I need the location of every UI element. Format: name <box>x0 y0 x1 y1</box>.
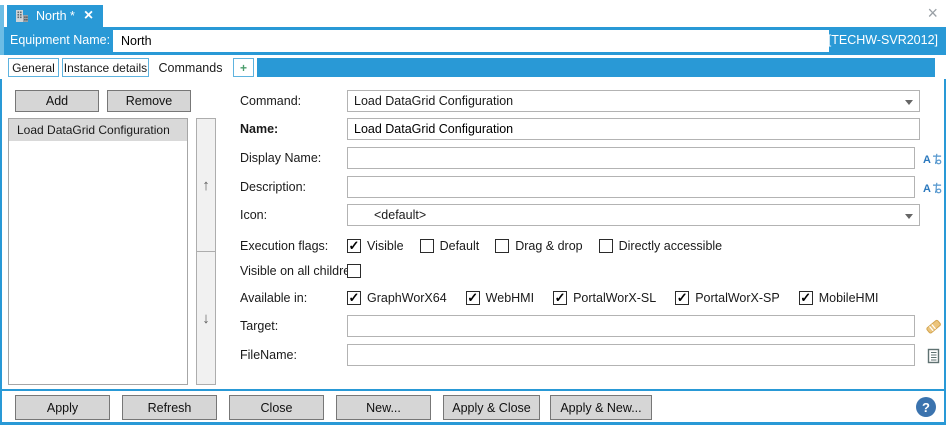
tab-commands[interactable]: Commands <box>152 56 229 79</box>
file-browse-icon[interactable] <box>923 347 943 364</box>
equipment-building-icon <box>15 9 29 23</box>
filename-input[interactable] <box>347 344 915 366</box>
checkbox-mobilehmi[interactable]: ✓ <box>799 291 813 305</box>
left-accent-strip <box>0 5 4 55</box>
display-name-label: Display Name: <box>240 147 321 169</box>
checkbox-mobilehmi-label: MobileHMI <box>819 291 879 305</box>
close-icon[interactable]: × <box>927 4 938 22</box>
checkbox-webhmi[interactable]: ✓ <box>466 291 480 305</box>
localize-icon[interactable]: A <box>923 150 943 167</box>
available-in-group: ✓ GraphWorX64 ✓ WebHMI ✓ PortalWorX-SL ✓… <box>347 289 897 307</box>
document-tab-bar: North * × × <box>0 0 946 27</box>
icon-dropdown-value: <default> <box>354 208 426 222</box>
equipment-header: Equipment Name: [TECHW-SVR2012] <box>0 27 946 55</box>
available-in-label: Available in: <box>240 289 307 307</box>
checkbox-webhmi-label: WebHMI <box>486 291 534 305</box>
filename-label: FileName: <box>240 344 297 366</box>
checkbox-visible[interactable]: ✓ <box>347 239 361 253</box>
command-dropdown-value: Load DataGrid Configuration <box>354 94 513 108</box>
command-label: Command: <box>240 90 301 112</box>
commands-tab-content: Add Remove Load DataGrid Configuration ↑… <box>0 79 946 389</box>
checkbox-drag-drop[interactable] <box>495 239 509 253</box>
help-icon[interactable]: ? <box>916 397 936 417</box>
checkbox-graphworx64-label: GraphWorX64 <box>367 291 447 305</box>
checkbox-graphworx64[interactable]: ✓ <box>347 291 361 305</box>
tab-strip-filler <box>257 58 935 77</box>
tab-strip: General Instance details Commands + <box>0 55 946 79</box>
description-input[interactable] <box>347 176 915 198</box>
checkbox-portalworx-sp-label: PortalWorX-SP <box>695 291 780 305</box>
tab-close-icon[interactable]: × <box>84 9 93 23</box>
checkbox-drag-drop-label: Drag & drop <box>515 239 582 253</box>
apply-close-button[interactable]: Apply & Close <box>443 395 540 420</box>
footer-bar: Apply Refresh Close New... Apply & Close… <box>0 389 946 425</box>
apply-new-button[interactable]: Apply & New... <box>550 395 652 420</box>
display-name-input[interactable] <box>347 147 915 169</box>
tab-instance-details[interactable]: Instance details <box>62 58 149 77</box>
name-input[interactable] <box>347 118 920 140</box>
new-button[interactable]: New... <box>336 395 431 420</box>
document-tab-north[interactable]: North * × <box>7 5 103 27</box>
equipment-name-label: Equipment Name: <box>10 33 110 47</box>
chevron-down-icon <box>905 100 913 105</box>
checkbox-visible-label: Visible <box>367 239 404 253</box>
document-tab-title: North * <box>36 9 75 23</box>
server-name-badge: [TECHW-SVR2012] <box>828 33 938 47</box>
target-label: Target: <box>240 315 278 337</box>
checkbox-default[interactable] <box>420 239 434 253</box>
svg-text:A: A <box>923 153 931 165</box>
visible-children-label: Visible on all children: <box>240 262 361 280</box>
tag-icon[interactable] <box>923 318 943 335</box>
checkbox-visible-on-all-children[interactable] <box>347 264 361 278</box>
checkbox-portalworx-sp[interactable]: ✓ <box>675 291 689 305</box>
checkbox-directly-accessible-label: Directly accessible <box>619 239 723 253</box>
checkbox-directly-accessible[interactable] <box>599 239 613 253</box>
command-dropdown[interactable]: Load DataGrid Configuration <box>347 90 920 112</box>
description-label: Description: <box>240 176 306 198</box>
equipment-name-input[interactable] <box>113 30 829 52</box>
icon-label: Icon: <box>240 204 267 226</box>
icon-dropdown[interactable]: <default> <box>347 204 920 226</box>
target-input[interactable] <box>347 315 915 337</box>
refresh-button[interactable]: Refresh <box>122 395 217 420</box>
name-label: Name: <box>240 118 278 140</box>
workbench-window: North * × × Equipment Name: [TECHW-SVR20… <box>0 0 946 432</box>
tab-general[interactable]: General <box>8 58 59 77</box>
localize-icon[interactable]: A <box>923 179 943 196</box>
svg-text:A: A <box>923 182 931 194</box>
checkbox-default-label: Default <box>440 239 480 253</box>
checkbox-portalworx-sl-label: PortalWorX-SL <box>573 291 656 305</box>
execution-flags-label: Execution flags: <box>240 237 328 255</box>
execution-flags-group: ✓ Visible Default Drag & drop Directly a… <box>347 237 738 255</box>
chevron-down-icon <box>905 214 913 219</box>
checkbox-portalworx-sl[interactable]: ✓ <box>553 291 567 305</box>
add-tab-button[interactable]: + <box>233 58 254 77</box>
apply-button[interactable]: Apply <box>15 395 110 420</box>
close-button[interactable]: Close <box>229 395 324 420</box>
